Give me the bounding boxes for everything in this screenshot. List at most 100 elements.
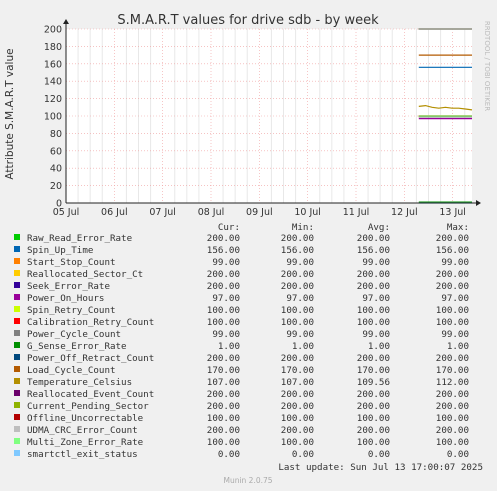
legend-name-udma-crc-error-count: UDMA_CRC_Error_Count <box>27 425 138 436</box>
x-tick-label: 12 Jul <box>391 207 418 218</box>
legend-swatch-start-stop-count <box>14 258 20 264</box>
x-tick-label: 11 Jul <box>343 207 370 218</box>
legend-min-spin-retry-count: 100.00 <box>281 305 314 316</box>
legend-min-calibration-retry-count: 100.00 <box>281 317 314 328</box>
x-tick-labels: 05 Jul 06 Jul 07 Jul 08 Jul 09 Jul 10 Jul 11 J… <box>53 207 466 218</box>
legend-max-temperature-celsius: 112.00 <box>436 377 469 388</box>
legend-cur-calibration-retry-count: 100.00 <box>207 317 240 328</box>
legend-min-power-cycle-count: 99.00 <box>286 329 314 340</box>
legend-name-power-off-retract-count: Power_Off_Retract_Count <box>27 353 154 364</box>
legend-cur-reallocated-event-count: 200.00 <box>207 389 240 400</box>
legend-cur-seek-error-rate: 200.00 <box>207 281 240 292</box>
legend-cur-smartctl-exit-status: 0.00 <box>218 449 240 460</box>
legend-name-smartctl-exit-status: smartctl_exit_status <box>27 449 138 460</box>
legend-max-start-stop-count: 99.00 <box>441 257 469 268</box>
legend-cur-power-cycle-count: 99.00 <box>212 329 240 340</box>
legend-max-g-sense-error-rate: 1.00 <box>447 341 469 352</box>
legend-max-spin-up-time: 156.00 <box>436 245 469 256</box>
y-tick-label: 160 <box>44 59 62 70</box>
legend-name-seek-error-rate: Seek_Error_Rate <box>27 281 110 292</box>
legend-min-udma-crc-error-count: 200.00 <box>281 425 314 436</box>
last-update-text: Last update: Sun Jul 13 17:00:07 2025 <box>278 462 483 473</box>
legend-avg-multi-zone-error-rate: 100.00 <box>357 437 390 448</box>
legend-max-load-cycle-count: 170.00 <box>436 365 469 376</box>
legend-min-spin-up-time: 156.00 <box>281 245 314 256</box>
legend-max-current-pending-sector: 200.00 <box>436 401 469 412</box>
legend-min-current-pending-sector: 200.00 <box>281 401 314 412</box>
y-tick-label: 180 <box>44 42 62 53</box>
legend-cur-offline-uncorrectable: 100.00 <box>207 413 240 424</box>
legend-avg-power-off-retract-count: 200.00 <box>357 353 390 364</box>
legend-min-reallocated-sector-ct: 200.00 <box>281 269 314 280</box>
legend-cur-multi-zone-error-rate: 100.00 <box>207 437 240 448</box>
legend-avg-start-stop-count: 99.00 <box>362 257 390 268</box>
legend-min-offline-uncorrectable: 100.00 <box>281 413 314 424</box>
legend-name-spin-up-time: Spin_Up_Time <box>27 245 93 256</box>
legend-min-smartctl-exit-status: 0.00 <box>292 449 314 460</box>
rrdtool-watermark: RRDTOOL / TOBI OETIKER <box>483 21 491 111</box>
legend-max-raw-read-error-rate: 200.00 <box>436 233 469 244</box>
legend-avg-current-pending-sector: 200.00 <box>357 401 390 412</box>
legend-avg-calibration-retry-count: 100.00 <box>357 317 390 328</box>
chart-title: S.M.A.R.T values for drive sdb - by week <box>117 13 379 28</box>
legend-cur-load-cycle-count: 170.00 <box>207 365 240 376</box>
legend-min-multi-zone-error-rate: 100.00 <box>281 437 314 448</box>
legend-swatch-udma-crc-error-count <box>14 426 20 432</box>
legend-swatch-current-pending-sector <box>14 402 20 408</box>
legend-header-min: Min: <box>292 222 314 233</box>
legend-header-max: Max: <box>447 222 469 233</box>
legend-min-load-cycle-count: 170.00 <box>281 365 314 376</box>
legend-swatch-smartctl-exit-status <box>14 450 20 456</box>
legend-swatch-load-cycle-count <box>14 366 20 372</box>
munin-version-footer: Munin 2.0.75 <box>223 476 272 485</box>
legend-max-power-off-retract-count: 200.00 <box>436 353 469 364</box>
legend-name-load-cycle-count: Load_Cycle_Count <box>27 365 116 376</box>
legend-max-smartctl-exit-status: 0.00 <box>447 449 469 460</box>
legend-swatch-power-cycle-count <box>14 330 20 336</box>
legend-min-start-stop-count: 99.00 <box>286 257 314 268</box>
x-tick-label: 10 Jul <box>294 207 321 218</box>
smart-chart: S.M.A.R.T values for drive sdb - by week… <box>0 0 497 491</box>
legend-avg-smartctl-exit-status: 0.00 <box>368 449 390 460</box>
x-tick-label: 06 Jul <box>101 207 128 218</box>
legend-min-power-on-hours: 97.00 <box>286 293 314 304</box>
legend-avg-g-sense-error-rate: 1.00 <box>368 341 390 352</box>
legend-min-power-off-retract-count: 200.00 <box>281 353 314 364</box>
legend-swatch-g-sense-error-rate <box>14 342 20 348</box>
legend-cur-power-on-hours: 97.00 <box>212 293 240 304</box>
legend-name-power-on-hours: Power_On_Hours <box>27 293 104 304</box>
legend-name-current-pending-sector: Current_Pending_Sector <box>27 401 149 412</box>
legend-min-raw-read-error-rate: 200.00 <box>281 233 314 244</box>
x-tick-label: 09 Jul <box>246 207 273 218</box>
legend-max-offline-uncorrectable: 100.00 <box>436 413 469 424</box>
x-tick-label: 08 Jul <box>198 207 225 218</box>
legend-swatch-power-off-retract-count <box>14 354 20 360</box>
legend-cur-current-pending-sector: 200.00 <box>207 401 240 412</box>
legend-name-spin-retry-count: Spin_Retry_Count <box>27 305 116 316</box>
legend-cur-spin-up-time: 156.00 <box>207 245 240 256</box>
legend-name-multi-zone-error-rate: Multi_Zone_Error_Rate <box>27 437 143 448</box>
legend-swatch-reallocated-event-count <box>14 390 20 396</box>
legend-swatch-spin-up-time <box>14 246 20 252</box>
legend-swatch-power-on-hours <box>14 294 20 300</box>
legend-avg-reallocated-event-count: 200.00 <box>357 389 390 400</box>
legend-header-avg: Avg: <box>368 222 390 233</box>
legend-name-reallocated-sector-ct: Reallocated_Sector_Ct <box>27 269 143 280</box>
legend-max-power-on-hours: 97.00 <box>441 293 469 304</box>
y-tick-label: 100 <box>44 112 62 123</box>
legend-name-reallocated-event-count: Reallocated_Event_Count <box>27 389 154 400</box>
legend-cur-g-sense-error-rate: 1.00 <box>218 341 240 352</box>
legend-swatch-temperature-celsius <box>14 378 20 384</box>
y-tick-label: 60 <box>50 146 62 157</box>
y-tick-label: 80 <box>50 129 62 140</box>
legend-max-power-cycle-count: 99.00 <box>441 329 469 340</box>
legend-swatch-reallocated-sector-ct <box>14 270 20 276</box>
legend-header-cur: Cur: <box>218 222 240 233</box>
y-tick-label: 40 <box>50 164 62 175</box>
x-tick-label: 07 Jul <box>149 207 176 218</box>
legend-min-seek-error-rate: 200.00 <box>281 281 314 292</box>
legend-swatch-spin-retry-count <box>14 306 20 312</box>
legend-name-calibration-retry-count: Calibration_Retry_Count <box>27 317 154 328</box>
y-tick-label: 120 <box>44 94 62 105</box>
legend-min-reallocated-event-count: 200.00 <box>281 389 314 400</box>
